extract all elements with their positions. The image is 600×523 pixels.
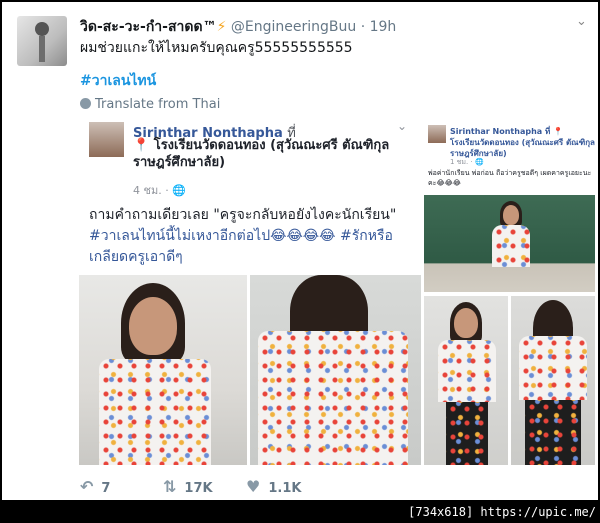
separator-dot: · [360,19,366,35]
fb-post-time: 4 ชม. · 🌐 [133,184,186,197]
chevron-down-icon[interactable]: ⌄ [576,14,587,29]
fb-mini-avatar [428,125,446,143]
avatar-figure-head [35,22,49,36]
like-button[interactable]: ♥ 1.1K [246,477,301,496]
stickered-shirt [99,359,211,465]
reply-icon: ↶ [80,477,94,496]
retweet-icon: ⇅ [163,477,177,496]
fb-location: 📍 โรงเรียนวัดดอนทอง (สุวัณณะศรี ตัณฑิกุล… [133,138,390,170]
tweet-header: วิด-สะ-วะ-กำ-สาดด™⚡ @EngineeringBuu · 19… [80,16,396,38]
user-avatar[interactable] [17,16,67,66]
fb-mini-author: Sirinthar Nonthapha ที่ 📍 โรงเรียนวัดดอน… [450,127,595,158]
stickered-shirt [438,340,496,402]
translate-link[interactable]: Translate from Thai [80,97,220,112]
retweet-count: 17K [184,481,213,496]
fb-post-text: ถามคำถามเดียวเลย "ครูจะกลับหอยังไงคะนักเ… [89,205,419,268]
photo-teacher-front [79,275,247,465]
display-name[interactable]: วิด-สะ-วะ-กำ-สาดด™ [80,19,217,35]
stickered-skirt [446,402,488,465]
user-handle[interactable]: @EngineeringBuu [231,19,356,35]
photo-teacher-full-back [511,296,595,465]
hashtag-link[interactable]: #วาเลนไทน์ [80,70,156,92]
face-shape [503,205,519,225]
photo-teacher-back [250,275,421,465]
tweet-timestamp[interactable]: 19h [370,19,397,35]
tweet-text: ผมช่วยแกะให้ไหมครับคุณครู55555555555 [80,40,353,56]
stickered-shirt [519,336,587,400]
reply-count: 7 [101,481,111,496]
facebook-post-screenshot: Sirinthar Nonthapha ที่ 📍 โรงเรียนวัดดอน… [79,115,421,465]
heart-icon: ♥ [246,477,261,496]
fb-mini-post: พ่อค่านักเรียน พ่อก่อน ถือว่าครูชอดีๆ เผ… [428,169,592,187]
retweet-button[interactable]: ⇅ 17K [163,477,213,496]
stickered-shirt [258,331,408,465]
photo-teacher-classroom [424,195,595,292]
reply-button[interactable]: ↶ 7 [80,477,110,496]
stickered-shirt [492,225,530,267]
fb-mini-time: 1 ชม. · 🌐 [450,158,484,166]
like-count: 1.1K [268,481,302,496]
facebook-post-small: Sirinthar Nonthapha ที่ 📍 โรงเรียนวัดดอน… [424,115,595,465]
globe-icon [80,98,91,109]
stickered-skirt [525,400,581,465]
fb-chevron-icon: ⌄ [397,119,408,133]
face-shape [454,308,478,338]
fb-hashtag-1: #วาเลนไทน์นี้ไม่เหงาอีกต่อไป😂😂😂😂 [89,228,336,244]
image-source-footer: [734x618] https://upic.me/ [408,505,596,519]
face-shape [129,297,177,355]
tweet-media[interactable]: Sirinthar Nonthapha ที่ 📍 โรงเรียนวัดดอน… [79,115,595,465]
translate-label: Translate from Thai [95,97,221,112]
fb-author-avatar [89,122,124,157]
photo-teacher-full-front [424,296,508,465]
lightning-icon: ⚡ [216,19,227,35]
fb-post-line: ถามคำถามเดียวเลย "ครูจะกลับหอยังไงคะนักเ… [89,207,397,223]
avatar-figure-body [39,36,45,62]
tweet-card: วิด-สะ-วะ-กำ-สาดด™⚡ @EngineeringBuu · 19… [2,2,598,500]
